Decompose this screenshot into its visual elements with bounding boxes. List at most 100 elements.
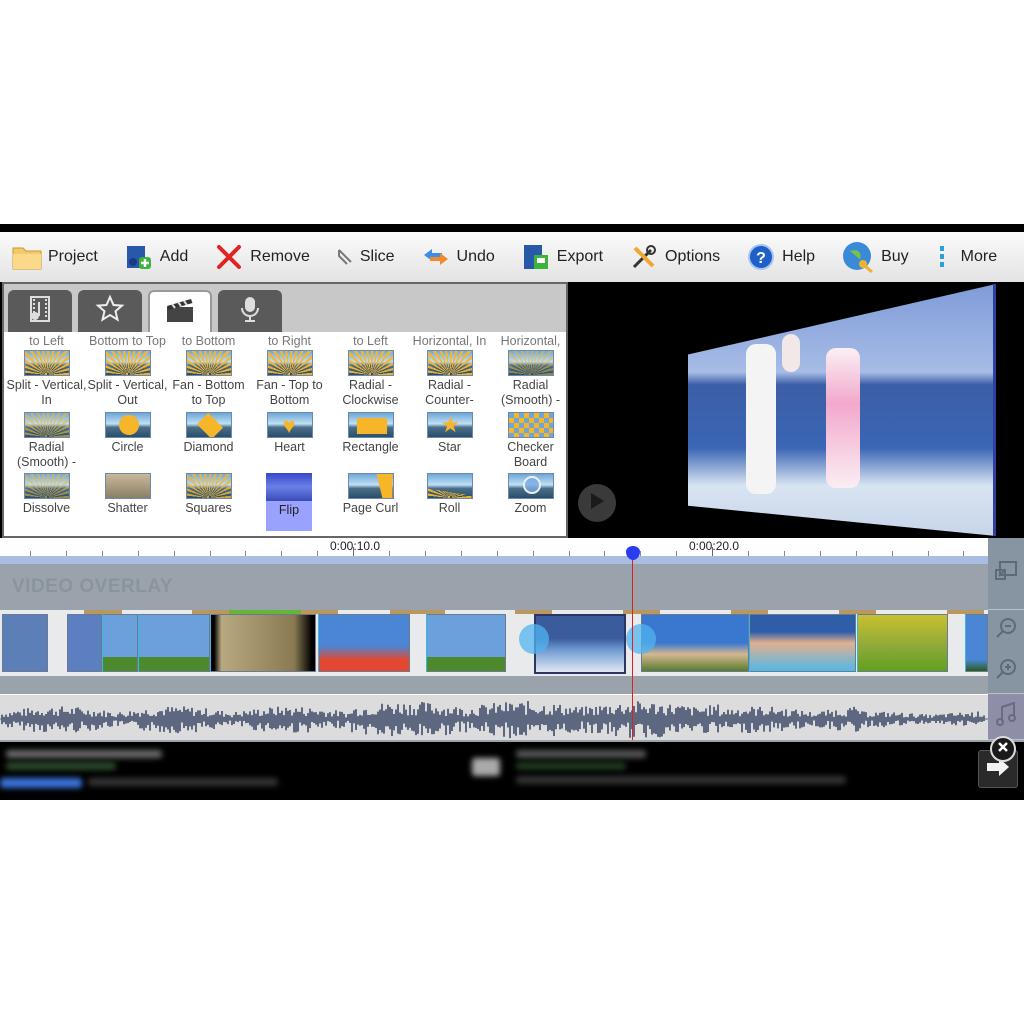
transition-flip[interactable]: Flip: [266, 473, 312, 531]
waveform-path: [1, 701, 985, 739]
ruler-tick: [102, 551, 103, 556]
clip[interactable]: [857, 614, 948, 672]
transition-fan-bottom-to-top[interactable]: Fan - Bottom to Top: [168, 350, 249, 408]
overlay-add-button[interactable]: [988, 538, 1024, 610]
transition-fan-top-to-bottom[interactable]: Fan - Top to Bottom: [249, 350, 330, 408]
partial-label: Horizontal, In: [412, 334, 487, 348]
transition-thumbnail: [185, 350, 232, 376]
transitions-panel: to Left Bottom to Top to Bottom to Right…: [2, 282, 568, 538]
transition-marker[interactable]: [515, 610, 552, 614]
zoom-out-button[interactable]: [988, 610, 1024, 650]
main-toolbar: Project Add Remove Slice Undo Export Opt…: [0, 232, 1024, 282]
more-button[interactable]: More: [935, 237, 997, 277]
transition-circle[interactable]: Circle: [87, 412, 168, 455]
music-button[interactable]: [988, 694, 1024, 740]
transition-shatter[interactable]: Shatter: [87, 473, 168, 531]
ruler-tick: [712, 547, 713, 556]
partial-label: Horizontal,: [500, 334, 561, 348]
transition-rectangle[interactable]: Rectangle: [330, 412, 411, 455]
transition-split-vertical-in[interactable]: Split - Vertical, In: [6, 350, 87, 408]
preview-frame-flip-transition: [688, 284, 996, 536]
clip[interactable]: [2, 614, 48, 672]
ad-banner[interactable]: [0, 742, 1024, 800]
clip[interactable]: [138, 614, 210, 672]
slice-label: Slice: [359, 248, 395, 265]
transition-thumbnail: [104, 473, 151, 499]
slice-button[interactable]: Slice: [336, 237, 395, 277]
transition-thumbnail: [104, 412, 151, 438]
export-button[interactable]: Export: [521, 237, 603, 277]
options-button[interactable]: Options: [629, 237, 720, 277]
tab-media[interactable]: [8, 290, 72, 332]
video-overlay-track[interactable]: VIDEO OVERLAY: [0, 564, 988, 610]
clip[interactable]: [426, 614, 506, 672]
transition-roll[interactable]: Roll: [409, 473, 490, 531]
add-label: Add: [159, 248, 189, 265]
transition-squares[interactable]: Squares: [168, 473, 249, 531]
tab-effects[interactable]: [78, 290, 142, 332]
transition-thumbnail: [23, 473, 70, 499]
transition-thumbnail: [104, 350, 151, 376]
clip[interactable]: [102, 614, 138, 672]
transition-zoom[interactable]: Zoom: [490, 473, 571, 531]
transition-marker[interactable]: [390, 610, 445, 614]
transition-split-vertical-out[interactable]: Split - Vertical, Out: [87, 350, 168, 408]
transition-radial-counter[interactable]: Radial - Counter-: [409, 350, 490, 408]
microphone-icon: [238, 294, 262, 329]
ruler-tick: [676, 551, 677, 556]
undo-button[interactable]: Undo: [421, 237, 495, 277]
partial-label: to Left: [353, 334, 388, 348]
clip[interactable]: [641, 614, 749, 672]
transition-star[interactable]: ★ Star: [409, 412, 490, 455]
transition-radial-smooth-2[interactable]: Radial (Smooth) -: [6, 412, 87, 470]
play-button[interactable]: [578, 484, 616, 522]
transition-thumbnail: [185, 412, 232, 438]
buy-button[interactable]: Buy: [841, 237, 909, 277]
audio-track[interactable]: [0, 694, 988, 740]
transition-page-curl[interactable]: Page Curl: [330, 473, 411, 531]
remove-x-icon: [214, 242, 244, 272]
transition-radial-smooth[interactable]: Radial (Smooth) -: [490, 350, 571, 408]
transition-marker[interactable]: [301, 610, 338, 614]
transition-radial-clockwise[interactable]: Radial - Clockwise: [330, 350, 411, 408]
ad-close-button[interactable]: [990, 736, 1016, 762]
transition-checker-board[interactable]: Checker Board: [490, 412, 571, 470]
transition-diamond[interactable]: Diamond: [168, 412, 249, 455]
transitions-grid: to Left Bottom to Top to Bottom to Right…: [4, 332, 566, 538]
remove-button[interactable]: Remove: [214, 237, 310, 277]
film-music-icon: [25, 294, 55, 329]
zoom-in-button[interactable]: [988, 650, 1024, 694]
trim-handle-left[interactable]: [519, 624, 549, 654]
time-label: 0:00:20.0: [689, 539, 740, 553]
transition-dissolve[interactable]: Dissolve: [6, 473, 87, 531]
clip[interactable]: [318, 614, 410, 672]
add-media-icon: [124, 242, 154, 272]
transition-marker-active[interactable]: [229, 610, 301, 614]
video-preview[interactable]: [570, 282, 1024, 538]
add-button[interactable]: Add: [124, 237, 188, 277]
buy-label: Buy: [881, 248, 909, 265]
playhead-line: [632, 552, 633, 740]
clip[interactable]: [210, 614, 316, 672]
transition-heart[interactable]: ♥ Heart: [249, 412, 330, 455]
project-button[interactable]: Project: [12, 237, 98, 277]
ruler-tick: [784, 551, 785, 556]
trim-handle-right[interactable]: [626, 624, 656, 654]
tab-audio[interactable]: [218, 290, 282, 332]
clip[interactable]: [749, 614, 856, 672]
transition-marker[interactable]: [623, 610, 660, 614]
globe-key-icon: [841, 240, 875, 274]
transition-thumbnail: [347, 350, 394, 376]
options-label: Options: [665, 248, 721, 265]
help-button[interactable]: ? Help: [746, 237, 815, 277]
video-track: [0, 610, 988, 676]
clip[interactable]: [965, 614, 988, 672]
clip[interactable]: [67, 614, 102, 672]
export-label: Export: [556, 248, 604, 265]
tools-icon: [629, 242, 659, 272]
transition-marker[interactable]: [84, 610, 122, 614]
transition-thumbnail: [507, 350, 554, 376]
transition-thumbnail: [347, 473, 394, 499]
time-ruler[interactable]: 0:00:10.0 0:00:20.0: [0, 538, 988, 564]
tab-transitions[interactable]: [148, 290, 212, 332]
